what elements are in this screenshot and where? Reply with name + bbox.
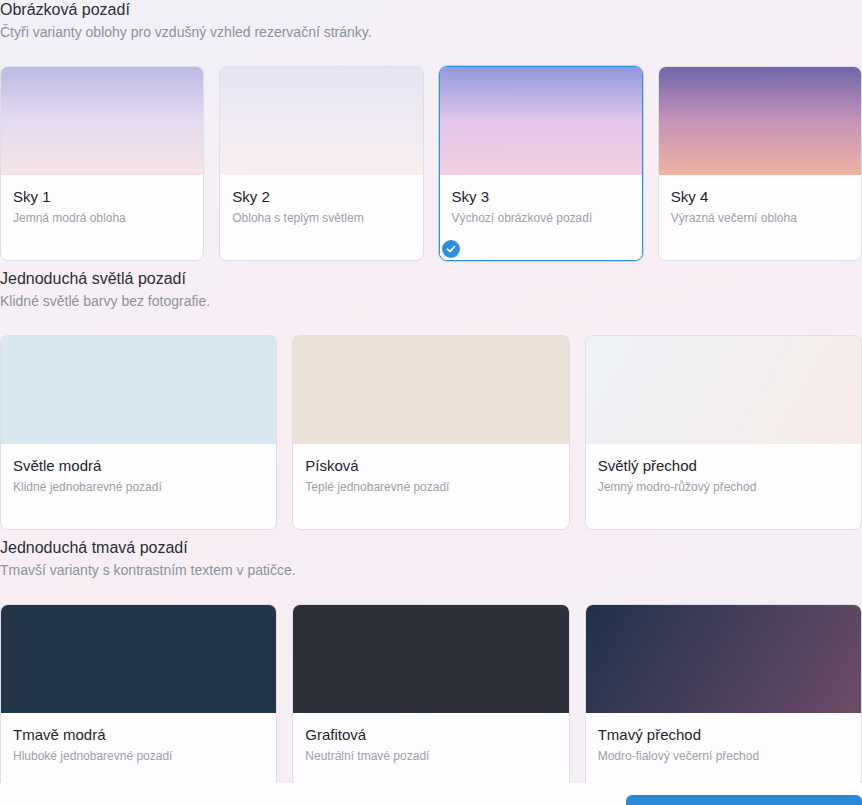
card-title: Tmavý přechod <box>598 725 849 745</box>
section-subtitle: Klidné světlé barvy bez fotografie. <box>0 291 862 311</box>
background-card[interactable]: Sky 3 Výchozí obrázkové pozadí <box>439 66 643 261</box>
card-title: Světle modrá <box>13 456 264 476</box>
card-title: Sky 4 <box>671 187 849 207</box>
section-title: Jednoduchá světlá pozadí <box>0 269 862 289</box>
background-preview <box>1 67 203 175</box>
background-preview <box>659 67 861 175</box>
section-subtitle: Čtyři varianty oblohy pro vzdušný vzhled… <box>0 22 862 42</box>
card-body: Sky 3 Výchozí obrázkové pozadí <box>440 175 642 260</box>
background-card[interactable]: Sky 4 Výrazná večerní obloha <box>658 66 862 261</box>
background-card[interactable]: Sky 1 Jemná modrá obloha <box>0 66 204 261</box>
section-subtitle: Tmavší varianty s kontrastním textem v p… <box>0 560 862 580</box>
content: Obrázková pozadíČtyři varianty oblohy pr… <box>0 0 862 783</box>
card-description: Modro-fialový večerní přechod <box>598 748 849 764</box>
background-preview <box>586 605 861 713</box>
card-body: Světlý přechod Jemný modro-růžový přechod <box>586 444 861 529</box>
card-description: Neutrální tmavé pozadí <box>305 748 556 764</box>
background-card[interactable]: Světlý přechod Jemný modro-růžový přechod <box>585 335 862 530</box>
card-title: Světlý přechod <box>598 456 849 476</box>
card-title: Písková <box>305 456 556 476</box>
background-section: Jednoduchá tmavá pozadíTmavší varianty s… <box>0 538 862 783</box>
card-grid: Sky 1 Jemná modrá obloha Sky 2 Obloha s tep… <box>0 66 862 261</box>
card-body: Sky 2 Obloha s teplým světlem <box>220 175 422 260</box>
background-preview <box>1 605 276 713</box>
card-description: Hluboké jednobarevné pozadí <box>13 748 264 764</box>
background-preview <box>220 67 422 175</box>
background-card[interactable]: Světle modrá Klidné jednobarevné pozadí <box>0 335 277 530</box>
section-title: Obrázková pozadí <box>0 0 862 20</box>
card-description: Obloha s teplým světlem <box>232 210 410 226</box>
card-body: Tmavý přechod Modro-fialový večerní přech… <box>586 713 861 783</box>
background-preview <box>1 336 276 444</box>
card-description: Klidné jednobarevné pozadí <box>13 479 264 495</box>
background-card[interactable]: Tmavě modrá Hluboké jednobarevné pozadí <box>0 604 277 783</box>
background-card[interactable]: Sky 2 Obloha s teplým světlem <box>219 66 423 261</box>
card-title: Sky 2 <box>232 187 410 207</box>
footer-bar <box>0 783 862 805</box>
card-description: Jemný modro-růžový přechod <box>598 479 849 495</box>
section-title: Jednoduchá tmavá pozadí <box>0 538 862 558</box>
card-description: Jemná modrá obloha <box>13 210 191 226</box>
background-card[interactable]: Tmavý přechod Modro-fialový večerní přech… <box>585 604 862 783</box>
background-card[interactable]: Grafitová Neutrální tmavé pozadí <box>292 604 569 783</box>
background-preview <box>440 67 642 175</box>
background-section: Jednoduchá světlá pozadíKlidné světlé ba… <box>0 269 862 530</box>
card-body: Světle modrá Klidné jednobarevné pozadí <box>1 444 276 529</box>
background-card[interactable]: Písková Teplé jednobarevné pozadí <box>292 335 569 530</box>
card-title: Sky 3 <box>452 187 630 207</box>
card-title: Grafitová <box>305 725 556 745</box>
card-grid: Světle modrá Klidné jednobarevné pozadí Pí… <box>0 335 862 530</box>
background-preview <box>293 336 568 444</box>
card-title: Sky 1 <box>13 187 191 207</box>
card-body: Sky 4 Výrazná večerní obloha <box>659 175 861 260</box>
card-description: Výrazná večerní obloha <box>671 210 849 226</box>
card-description: Teplé jednobarevné pozadí <box>305 479 556 495</box>
background-section: Obrázková pozadíČtyři varianty oblohy pr… <box>0 0 862 261</box>
background-preview <box>586 336 861 444</box>
selected-badge <box>440 238 462 260</box>
card-body: Písková Teplé jednobarevné pozadí <box>293 444 568 529</box>
card-body: Grafitová Neutrální tmavé pozadí <box>293 713 568 783</box>
background-picker: Obrázková pozadíČtyři varianty oblohy pr… <box>0 0 862 805</box>
check-icon <box>446 244 456 254</box>
footer-button[interactable] <box>626 795 862 805</box>
card-grid: Tmavě modrá Hluboké jednobarevné pozadí Gr… <box>0 604 862 783</box>
background-preview <box>293 605 568 713</box>
card-description: Výchozí obrázkové pozadí <box>452 210 630 226</box>
card-body: Sky 1 Jemná modrá obloha <box>1 175 203 260</box>
card-body: Tmavě modrá Hluboké jednobarevné pozadí <box>1 713 276 783</box>
card-title: Tmavě modrá <box>13 725 264 745</box>
